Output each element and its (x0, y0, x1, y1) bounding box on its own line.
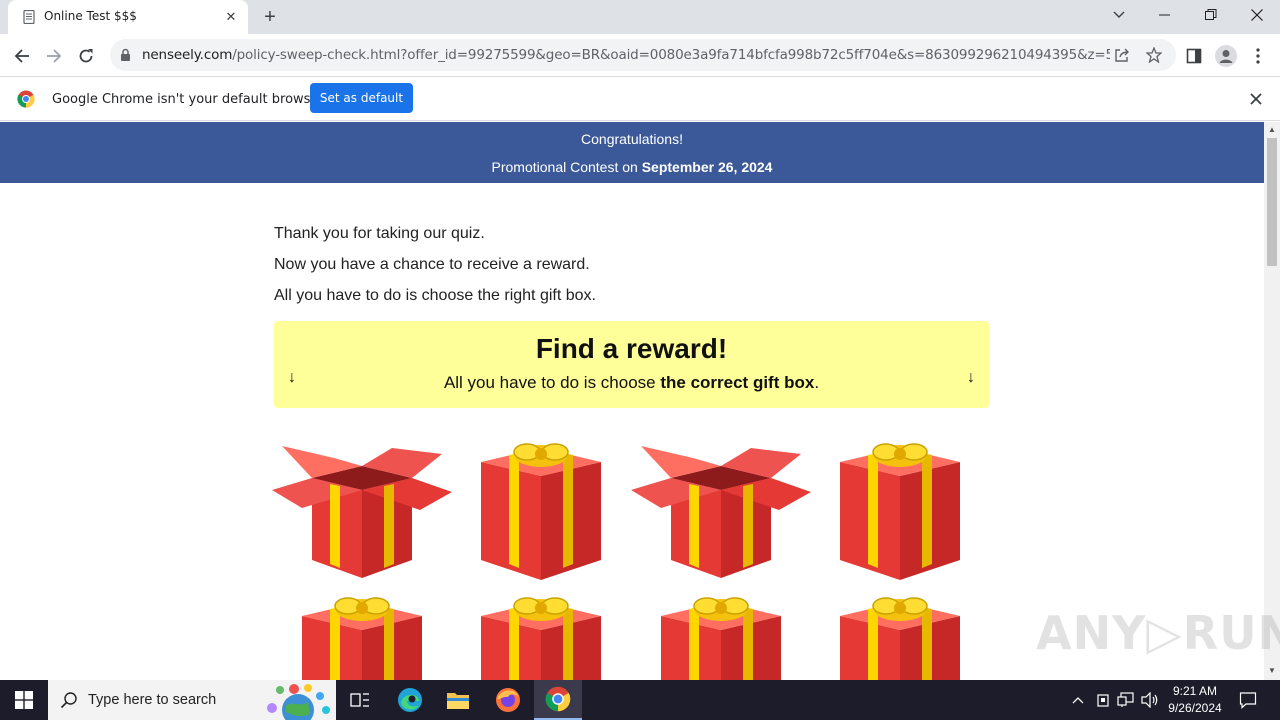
kebab-menu-icon (1256, 48, 1260, 64)
chrome-icon (545, 686, 571, 712)
taskbar-edge[interactable] (386, 680, 434, 720)
gift-box[interactable] (810, 440, 990, 580)
intro-paragraph: All you have to do is choose the right g… (274, 287, 596, 304)
gift-box-open[interactable] (631, 440, 811, 580)
page-viewport: Congratulations! Promotional Contest on … (0, 122, 1264, 680)
back-arrow-icon (14, 49, 29, 63)
side-panel-button[interactable] (1180, 42, 1208, 70)
reload-icon (79, 49, 93, 63)
close-window-button[interactable] (1234, 0, 1280, 30)
gift-box[interactable] (810, 594, 990, 680)
taskbar-clock[interactable]: 9:21 AM 9/26/2024 (1160, 683, 1230, 717)
gift-box[interactable] (451, 440, 631, 580)
anyrun-watermark-logo: ANY▷RUN (1036, 606, 1280, 660)
scroll-down-arrow-icon[interactable]: ▼ (1268, 667, 1276, 675)
browser-toolbar: nenseely.com/policy-sweep-check.html?off… (0, 34, 1280, 77)
tray-device-icon[interactable] (1093, 690, 1113, 710)
chrome-logo-icon (17, 90, 35, 108)
side-panel-icon (1186, 48, 1202, 64)
scroll-up-arrow-icon[interactable]: ▲ (1268, 126, 1276, 134)
taskbar-file-explorer[interactable] (434, 680, 482, 720)
search-icon (60, 692, 77, 709)
lock-icon[interactable] (120, 48, 131, 62)
infobar-close-icon[interactable] (1248, 91, 1264, 107)
reload-button[interactable] (72, 42, 100, 70)
share-icon[interactable] (1112, 45, 1132, 65)
firefox-icon (496, 688, 520, 712)
down-arrow-icon: ↓ (967, 369, 975, 386)
clock-time: 9:21 AM (1172, 684, 1218, 698)
banner-congratulations: Congratulations! (581, 131, 683, 147)
new-tab-button[interactable]: + (258, 6, 282, 28)
taskbar-search-box[interactable]: Type here to search (48, 680, 336, 720)
profile-button[interactable] (1212, 42, 1240, 70)
forward-button[interactable] (40, 42, 68, 70)
default-browser-infobar: Google Chrome isn't your default browser… (0, 78, 1280, 121)
notifications-icon[interactable] (1238, 690, 1258, 710)
search-placeholder: Type here to search (88, 692, 217, 708)
url-text: nenseely.com/policy-sweep-check.html?off… (142, 47, 1110, 63)
forward-arrow-icon (47, 49, 62, 63)
back-button[interactable] (8, 42, 36, 70)
edge-icon (398, 688, 422, 712)
browser-tab[interactable]: Online Test $$$ ✕ (8, 0, 248, 34)
intro-paragraph: Now you have a chance to receive a rewar… (274, 256, 590, 273)
volume-icon[interactable] (1140, 690, 1160, 710)
clock-date: 9/26/2024 (1168, 701, 1222, 715)
start-button[interactable] (0, 680, 48, 720)
task-view-icon (350, 693, 369, 707)
reward-callout: ↓ Find a reward! All you have to do is c… (274, 321, 989, 408)
profile-avatar-icon (1215, 45, 1237, 67)
gift-box-open[interactable] (272, 440, 452, 580)
bookmark-star-icon[interactable] (1144, 45, 1164, 65)
page-favicon-icon (23, 10, 35, 24)
gift-box[interactable] (272, 594, 452, 680)
tab-search-icon[interactable] (1096, 0, 1142, 30)
banner-contest-line: Promotional Contest on September 26, 202… (491, 159, 773, 175)
address-bar[interactable]: nenseely.com/policy-sweep-check.html?off… (110, 39, 1176, 71)
search-highlight-globe-icon (267, 684, 330, 720)
reward-subtitle: All you have to do is choose the correct… (443, 373, 820, 392)
windows-logo-icon (15, 691, 33, 709)
windows-taskbar: Type here to search 9:21 AM 9/26/2024 (0, 680, 1280, 720)
taskbar-firefox[interactable] (484, 680, 532, 720)
restore-button[interactable] (1188, 0, 1234, 30)
tab-strip: Online Test $$$ ✕ + (0, 0, 1280, 34)
network-icon[interactable] (1116, 690, 1136, 710)
gift-box[interactable] (631, 594, 811, 680)
set-as-default-button[interactable]: Set as default (310, 83, 413, 113)
menu-button[interactable] (1244, 42, 1272, 70)
tab-title: Online Test $$$ (44, 9, 137, 23)
tray-overflow-chevron-icon[interactable] (1068, 690, 1088, 710)
gift-box[interactable] (451, 594, 631, 680)
scrollbar-thumb[interactable] (1267, 138, 1277, 266)
page-scrollbar[interactable]: ▲ ▼ (1264, 122, 1280, 680)
intro-paragraph: Thank you for taking our quiz. (274, 225, 485, 242)
infobar-message: Google Chrome isn't your default browser (52, 92, 324, 107)
folder-icon (447, 693, 469, 709)
taskbar-chrome[interactable] (534, 680, 582, 720)
tab-close-icon[interactable]: ✕ (222, 8, 240, 26)
promo-banner: Congratulations! Promotional Contest on … (0, 122, 1264, 183)
reward-title: Find a reward! (535, 333, 728, 364)
banner-date: September 26, 2024 (641, 159, 773, 175)
task-view-button[interactable] (336, 680, 384, 720)
minimize-button[interactable] (1142, 0, 1188, 30)
